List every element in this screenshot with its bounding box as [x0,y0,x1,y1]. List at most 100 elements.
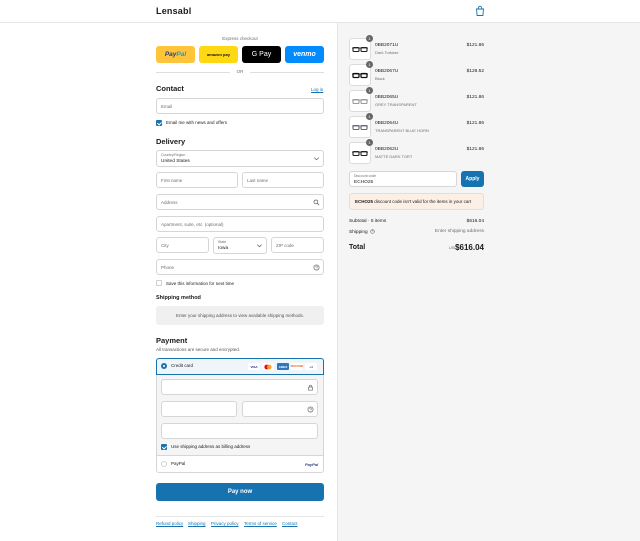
security-code-field[interactable] [242,401,318,417]
shipping-notice: Enter your shipping address to view avai… [156,306,324,325]
item-price: $121.86 [466,43,484,48]
quantity-badge: 1 [366,139,373,146]
zip-placeholder: ZIP code [276,243,294,248]
card-number-field[interactable] [161,379,318,395]
error-code: ECHO25 [355,199,374,204]
terms-of-service-link[interactable]: Terms of service [244,521,277,526]
payment-heading: Payment [156,336,188,345]
item-variant: Black [375,76,385,81]
or-text: OR [236,69,244,74]
item-variant: Dark Tortoise [375,50,399,55]
privacy-policy-link[interactable]: Privacy policy [211,521,239,526]
discount-code-value: ECHO25 [354,179,374,185]
eyeglasses-icon [352,98,368,105]
shipping-value: Enter shipping address [434,229,484,234]
newsletter-checkbox[interactable] [156,120,162,126]
item-price: $121.86 [466,147,484,152]
divider-line-left [156,72,230,73]
order-summary-panel [337,23,640,541]
credit-card-radio[interactable] [161,363,167,369]
eyeglasses-icon [352,124,368,131]
total-value: $616.04 [455,243,484,252]
last-name-field[interactable]: Last name [242,172,324,188]
country-label: Country/Region [161,153,186,157]
pay-now-button[interactable]: Pay now [156,483,324,501]
subtotal-value: $616.04 [466,219,484,224]
shipping-link[interactable]: Shipping [188,521,206,526]
paypal-radio[interactable] [161,461,167,467]
help-circle-icon[interactable] [370,229,375,234]
apply-discount-button[interactable]: Apply [461,171,484,187]
total-label: Total [349,244,366,251]
discount-error-message: ECHO25 discount code isn't valid for the… [349,193,484,210]
shipping-label-text: Shipping [349,230,368,235]
contact-link[interactable]: Contact [282,521,298,526]
item-price: $121.86 [466,121,484,126]
zip-field[interactable]: ZIP code [271,237,324,253]
chevron-down-icon [257,244,262,248]
amex-icon: AMEX [277,363,289,370]
venmo-button[interactable]: venmo [285,46,324,63]
item-name: 0BB2064U [375,121,399,126]
state-label: State [218,240,227,244]
refund-policy-link[interactable]: Refund policy [156,521,183,526]
name-on-card-field[interactable] [161,423,318,439]
state-select[interactable]: State Iowa [213,237,267,254]
amazon-pay-button[interactable]: amazon pay [199,46,238,63]
expiry-field[interactable] [161,401,237,417]
address-placeholder: Address [161,200,178,205]
error-text: discount code isn't valid for the items … [373,199,472,204]
paypal-label: PayPal [171,461,186,466]
paypal-pay-text: Pay [164,51,177,58]
save-info-checkbox[interactable] [156,280,162,286]
city-field[interactable]: City [156,237,209,253]
phone-placeholder: Phone [161,265,175,270]
billing-same-checkbox[interactable] [161,444,167,450]
billing-same-label: Use shipping address as billing address [171,444,251,449]
express-checkout-label: Express checkout [222,36,258,41]
delivery-heading: Delivery [156,137,186,146]
divider-line-right [250,72,324,73]
search-icon [313,199,320,206]
first-name-placeholder: First name [161,178,183,183]
state-value: Iowa [218,246,229,251]
google-pay-button[interactable]: G Pay [242,46,281,63]
eyeglasses-icon [352,150,368,157]
or-divider: OR [156,69,324,75]
shipping-label: Shipping [349,229,375,235]
discover-icon: DISCOVER [290,363,304,370]
credit-card-label: Credit card [171,363,194,368]
shopping-bag-icon[interactable] [474,5,486,17]
address-field[interactable]: Address [156,194,324,210]
paypal-express-button[interactable]: Pay Pal [156,46,195,63]
item-name: 0BB2065U [375,95,399,100]
lock-icon [308,384,313,391]
first-name-field[interactable]: First name [156,172,238,188]
apartment-field[interactable]: Apartment, suite, etc. (optional) [156,216,324,232]
country-select[interactable]: Country/Region United States [156,150,324,167]
help-circle-icon[interactable] [313,264,320,271]
login-link[interactable]: Log in [311,87,323,92]
item-variant: GREY TRANSPARENT [375,102,417,107]
more-cards-badge: +4 [305,363,317,370]
shipping-method-heading: Shipping method [156,295,201,301]
discount-code-field[interactable]: Discount code ECHO25 [349,171,457,187]
quantity-badge: 1 [366,61,373,68]
paypal-pal-text: Pal [176,51,187,58]
newsletter-label: Email me with news and offers [166,120,227,125]
subtotal-label: Subtotal · 5 items [349,219,387,224]
phone-field[interactable]: Phone [156,259,324,275]
mastercard-icon [262,363,274,370]
item-variant: TRANSPARENT BLUE HORN [375,128,429,133]
eyeglasses-icon [352,72,368,79]
email-placeholder: Email [161,104,173,109]
brand-logo[interactable]: Lensabl [156,6,191,16]
item-name: 0BB2071U [375,43,399,48]
help-circle-icon[interactable] [307,406,314,413]
country-value: United States [161,159,190,164]
quantity-badge: 1 [366,87,373,94]
city-placeholder: City [161,243,169,248]
email-field[interactable]: Email [156,98,324,114]
item-name: 0BB2067U [375,69,399,74]
quantity-badge: 1 [366,35,373,42]
